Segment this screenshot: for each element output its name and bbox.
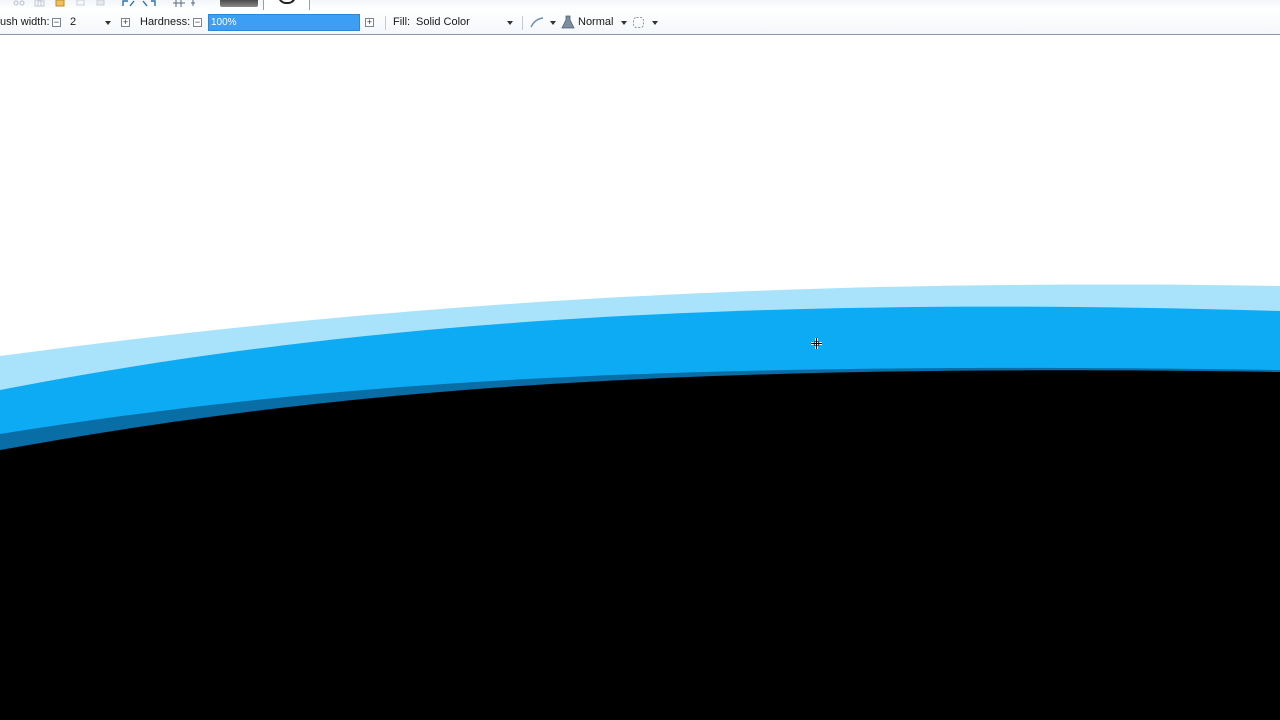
selection-mode-dropdown-arrow[interactable] [652,21,658,25]
brush-width-label: ush width: [0,16,50,28]
copy-icon[interactable] [34,0,46,7]
drawing-canvas[interactable] [0,36,1280,720]
main-toolbar-strip [0,0,1280,11]
blend-mode-value[interactable]: Normal [578,10,613,35]
hardness-decrease-button[interactable]: − [193,18,202,27]
brush-width-decrease-button[interactable]: − [52,18,61,27]
fill-dropdown-arrow[interactable] [507,21,513,25]
crosshair-cursor-icon [811,338,822,349]
black-shape [0,370,1280,720]
fill-value: Solid Color [416,16,470,28]
ruler-icon[interactable] [190,0,198,7]
brush-width-value: 2 [70,16,77,28]
antialiasing-icon[interactable] [529,16,545,29]
brush-width-increase-button[interactable]: + [121,18,130,27]
tool-options-bar: ush width: − 2 + Hardness: − 100% + Fill… [0,10,1280,35]
separator [522,16,523,30]
crop-icon[interactable] [76,0,86,7]
antialiasing-dropdown-arrow[interactable] [550,21,556,25]
hardness-increase-button[interactable]: + [365,18,374,27]
undo-icon[interactable] [121,0,137,7]
deselect-icon[interactable] [96,0,106,7]
fill-combobox[interactable]: Solid Color [416,10,518,35]
cut-icon[interactable] [12,0,26,7]
selection-mode-icon[interactable] [632,16,646,29]
brush-width-dropdown-arrow[interactable] [105,21,111,25]
blend-mode-dropdown-arrow[interactable] [621,21,627,25]
fill-label: Fill: [393,16,411,28]
paste-icon[interactable] [54,0,68,7]
redo-icon[interactable] [140,0,158,7]
canvas-artwork [0,36,1280,720]
image-thumbnail[interactable] [220,0,258,7]
grid-icon[interactable] [172,0,186,7]
alpha-blending-icon[interactable] [561,15,575,29]
hardness-slider[interactable]: 100% [208,14,360,31]
paint-app-window: ush width: − 2 + Hardness: − 100% + Fill… [0,0,1280,720]
hardness-value: 100% [211,17,237,28]
separator [385,16,386,30]
hardness-label: Hardness: [140,16,191,28]
